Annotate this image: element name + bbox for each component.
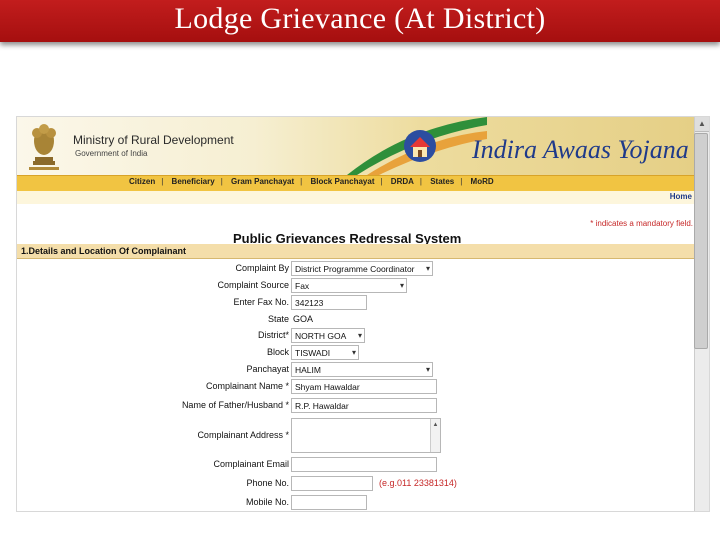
mobile-input[interactable] — [291, 495, 367, 510]
nav-block-panchayat[interactable]: Block Panchayat — [310, 177, 374, 186]
row-address: Complainant Address * ▲▼ — [17, 418, 677, 454]
nav-drda[interactable]: DRDA — [391, 177, 414, 186]
phone-hint: (e.g.011 23381314) — [379, 478, 457, 488]
father-husband-input[interactable]: R.P. Hawaldar — [291, 398, 437, 413]
nav-beneficiary[interactable]: Beneficiary — [172, 177, 215, 186]
row-fax-no: Enter Fax No. 342123 — [17, 295, 677, 311]
mobile-label: Mobile No. — [245, 497, 289, 507]
complaint-source-select[interactable]: Fax — [291, 278, 407, 293]
site-banner: Ministry of Rural Development Government… — [17, 117, 694, 175]
state-value: GOA — [293, 314, 314, 324]
top-navigation: Citizen | Beneficiary | Gram Panchayat | Bl… — [17, 175, 694, 192]
vertical-scrollbar[interactable]: ▲ — [694, 117, 709, 511]
house-logo-icon — [404, 130, 436, 162]
row-complainant-name: Complainant Name * Shyam Hawaldar — [17, 379, 677, 395]
scroll-up-icon[interactable]: ▲ — [695, 117, 709, 132]
district-label: District* — [258, 330, 289, 340]
section-title: 1.Details and Location Of Complainant — [21, 246, 187, 256]
national-emblem-icon — [29, 124, 59, 170]
slide-title: Lodge Grievance (At District) — [174, 2, 546, 35]
complaint-by-label: Complaint By — [235, 263, 289, 273]
district-select[interactable]: NORTH GOA — [291, 328, 365, 343]
government-text: Government of India — [75, 149, 148, 158]
row-complaint-source: Complaint Source Fax — [17, 278, 677, 294]
row-complaint-by: Complaint By District Programme Coordina… — [17, 261, 677, 277]
panchayat-select[interactable]: HALIM — [291, 362, 433, 377]
state-label: State — [267, 314, 289, 324]
nav-mord[interactable]: MoRD — [471, 177, 494, 186]
nav-states[interactable]: States — [430, 177, 454, 186]
complaint-source-label: Complaint Source — [217, 280, 289, 290]
row-email: Complainant Email — [17, 457, 677, 473]
block-label: Block — [266, 347, 289, 357]
complainant-name-label: Complainant Name * — [205, 381, 289, 391]
address-label: Complainant Address * — [197, 430, 289, 440]
mandatory-note: * indicates a mandatory field. — [590, 219, 693, 228]
row-father-husband: Name of Father/Husband * R.P. Hawaldar — [17, 398, 677, 414]
home-bar: Home — [17, 191, 694, 204]
scrollbar-thumb[interactable] — [694, 133, 708, 349]
block-select[interactable]: TISWADI — [291, 345, 359, 360]
address-textarea[interactable]: ▲▼ — [291, 418, 441, 453]
section-header: 1.Details and Location Of Complainant — [17, 244, 694, 259]
browser-screenshot: Ministry of Rural Development Government… — [16, 116, 710, 512]
email-input[interactable] — [291, 457, 437, 472]
nav-gram-panchayat[interactable]: Gram Panchayat — [231, 177, 294, 186]
ministry-name: Ministry of Rural Development — [73, 133, 234, 147]
home-link[interactable]: Home — [670, 192, 692, 201]
phone-label: Phone No. — [246, 478, 289, 488]
nav-citizen[interactable]: Citizen — [129, 177, 155, 186]
row-panchayat: Panchayat HALIM — [17, 362, 677, 378]
panchayat-label: Panchayat — [246, 364, 289, 374]
complaint-by-select[interactable]: District Programme Coordinator — [291, 261, 433, 276]
row-district: District* NORTH GOA — [17, 328, 677, 344]
fax-no-input[interactable]: 342123 — [291, 295, 367, 310]
scheme-title: Indira Awaas Yojana — [472, 135, 689, 164]
slide-title-bar: Lodge Grievance (At District) — [0, 0, 720, 42]
row-mobile: Mobile No. — [17, 495, 677, 511]
row-block: Block TISWADI — [17, 345, 677, 361]
father-husband-label: Name of Father/Husband * — [181, 400, 289, 410]
complainant-name-input[interactable]: Shyam Hawaldar — [291, 379, 437, 394]
email-label: Complainant Email — [213, 459, 289, 469]
row-state: State GOA — [17, 312, 677, 328]
row-phone: Phone No. (e.g.011 23381314) — [17, 476, 677, 492]
fax-no-label: Enter Fax No. — [233, 297, 289, 307]
phone-input[interactable] — [291, 476, 373, 491]
textarea-scroll-arrows[interactable]: ▲▼ — [430, 419, 440, 452]
